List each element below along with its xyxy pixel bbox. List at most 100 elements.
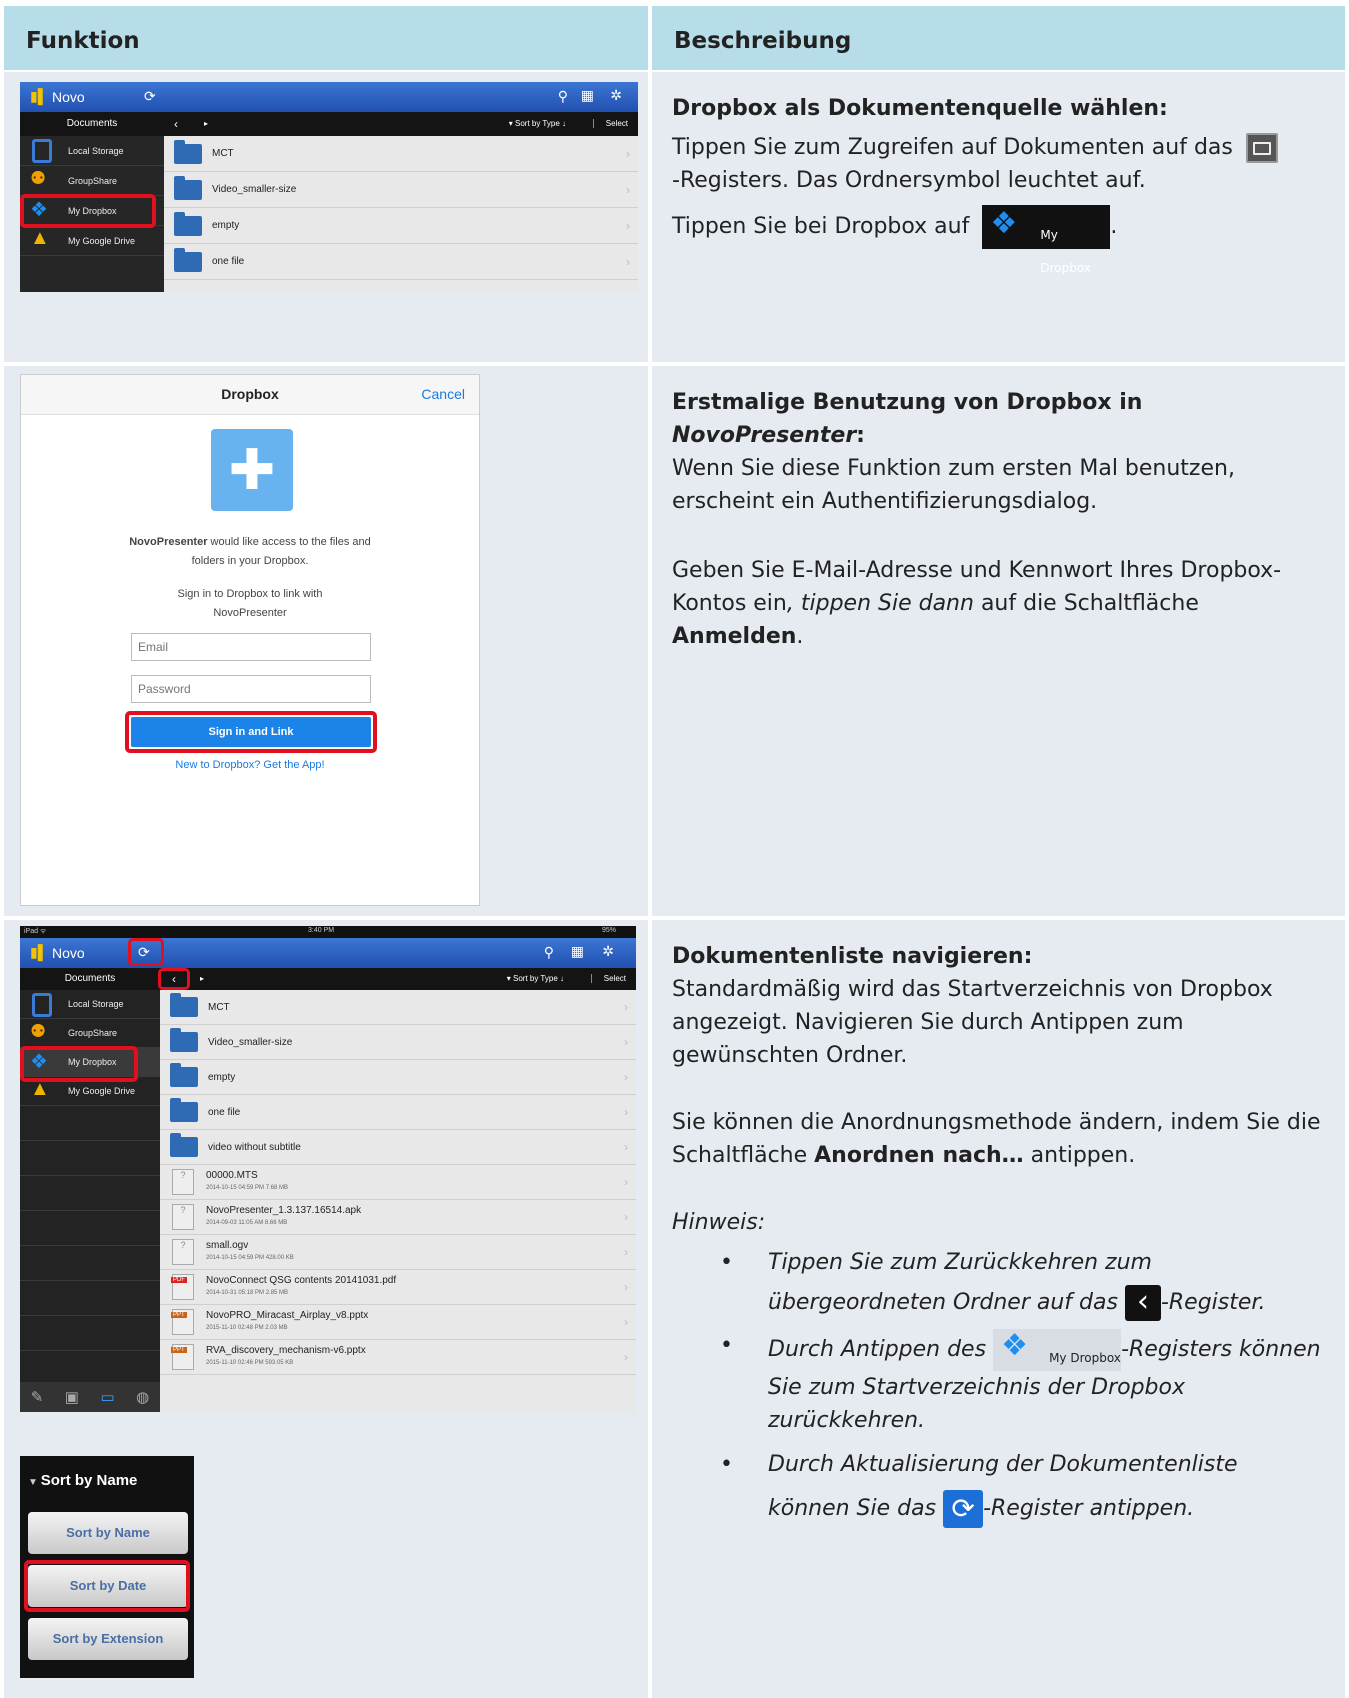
row3-right: Dokumentenliste navigieren: Standardmäßi… (652, 920, 1345, 1698)
sort-menu: ▼ Sort by Name Sort by Name Sort by Date… (20, 1456, 194, 1678)
my-dropbox-badge: ❖ My Dropbox (993, 1328, 1122, 1371)
dialog-title: Dropbox (221, 386, 279, 402)
sidebar-item-local-storage[interactable]: Local Storage (20, 136, 164, 166)
row1-left: ▮▌ Novo ⟳ ⚲ ▦ ✲ Documents ‹ ▸ ▾ Sort by … (4, 72, 648, 362)
unknown-file-icon: ? (172, 1239, 194, 1265)
file-row[interactable]: PPT NovoPRO_Miracast_Airplay_v8.pptx 2015-… (160, 1305, 636, 1340)
image-icon[interactable]: ▣ (65, 1388, 79, 1406)
app-topbar: ▮▌ Novo ⟳ ⚲ ▦ ✲ (20, 82, 638, 112)
pen-icon[interactable]: ✎ (31, 1388, 44, 1406)
caret-down-icon: ▼ (28, 1477, 41, 1488)
forward-icon[interactable]: ▸ (200, 974, 204, 983)
settings-icon[interactable]: ✲ (610, 87, 622, 104)
back-icon[interactable]: ‹ (174, 117, 178, 131)
file-row[interactable]: ? 00000.MTS 2014-10-15 04:59 PM 7.68 MB › (160, 1165, 636, 1200)
select-button[interactable]: Select (590, 974, 626, 983)
sort-by-extension-button[interactable]: Sort by Extension (28, 1618, 188, 1660)
status-bar: iPad ᯤ 3:40 PM 95% (20, 926, 636, 938)
sidebar-item-google-drive[interactable]: ▲ My Google Drive (20, 226, 164, 256)
chevron-right-icon: › (624, 1070, 628, 1084)
app-screenshot-3: iPad ᯤ 3:40 PM 95% ▮▌ Novo ⟳ ⚲ ▦ ✲ Docum… (20, 926, 636, 1412)
list-item[interactable]: empty › (164, 208, 638, 244)
dropbox-icon: ❖ (1001, 1328, 1028, 1363)
sidebar-item-local-storage[interactable]: Local Storage (20, 990, 160, 1019)
header-funktion: Funktion (4, 6, 648, 70)
email-field[interactable] (131, 633, 371, 661)
list-item[interactable]: one file › (164, 244, 638, 280)
list-item[interactable]: Video_smaller-size › (160, 1025, 636, 1060)
novo-logo-icon: ▮▌ (30, 944, 48, 960)
sidebar-item-groupshare[interactable]: ⚉ GroupShare (20, 166, 164, 196)
row3-p1: Standardmäßig wird das Startverzeichnis … (672, 977, 1273, 1068)
link-icon[interactable]: ⚲ (544, 944, 554, 961)
app-title: Novo (52, 945, 85, 961)
row1-heading: Dropbox als Dokumentenquelle wählen: (672, 96, 1168, 121)
chevron-right-icon: › (624, 1105, 628, 1119)
row2-left: Dropbox Cancel ✚ NovoPresenter would lik… (4, 366, 648, 916)
folder-icon (170, 1028, 198, 1052)
list-toolbar: ‹ ▸ ▾ Sort by Type ↓ Select (160, 968, 636, 990)
grid-icon[interactable]: ▦ (571, 943, 584, 960)
documents-header: Documents (20, 112, 164, 136)
sort-button[interactable]: ▾ Sort by Type ↓ (509, 119, 566, 128)
file-row[interactable]: ? NovoPresenter_1.3.137.16514.apk 2014-09-… (160, 1200, 636, 1235)
note-item: Durch Antippen des ❖My Dropbox-Registers… (672, 1329, 1325, 1437)
globe-icon[interactable]: ◍ (136, 1388, 149, 1406)
access-text: NovoPresenter would like access to the f… (129, 536, 371, 567)
list-item[interactable]: empty › (160, 1060, 636, 1095)
sort-menu-header[interactable]: ▼ Sort by Name (28, 1472, 137, 1489)
refresh-icon[interactable]: ⟳ (144, 88, 156, 105)
back-chevron-icon: ‹ (1124, 1285, 1161, 1321)
file-row[interactable]: PPT RVA_discovery_mechanism-v6.pptx 2015-1… (160, 1340, 636, 1375)
folder-icon (174, 175, 202, 200)
password-field[interactable] (131, 675, 371, 703)
note-label: Hinweis: (672, 1210, 766, 1235)
highlight-dropbox (20, 194, 156, 228)
sort-by-name-button[interactable]: Sort by Name (28, 1512, 188, 1554)
chevron-right-icon: › (626, 254, 630, 269)
folder-icon (174, 211, 202, 236)
file-list: MCT › Video_smaller-size › empty › one file… (164, 136, 638, 292)
row2-p1: Wenn Sie diese Funktion zum ersten Mal b… (672, 456, 1235, 514)
google-drive-icon: ▲ (30, 227, 50, 249)
select-button[interactable]: Select (592, 119, 628, 128)
file-row[interactable]: ? small.ogv 2014-10-15 04:59 PM 428.00 KB › (160, 1235, 636, 1270)
list-toolbar: ‹ ▸ ▾ Sort by Type ↓ Select (164, 112, 638, 136)
get-app-link[interactable]: New to Dropbox? Get the App! (21, 759, 479, 771)
sidebar-item-groupshare[interactable]: ⚉ GroupShare (20, 1019, 160, 1048)
row1-right: Dropbox als Dokumentenquelle wählen: Tip… (652, 72, 1345, 362)
list-item[interactable]: MCT › (160, 990, 636, 1025)
list-item[interactable]: video without subtitle › (160, 1130, 636, 1165)
list-item[interactable]: MCT › (164, 136, 638, 172)
folder-icon (170, 993, 198, 1017)
folder-icon (170, 1133, 198, 1157)
link-icon[interactable]: ⚲ (558, 88, 568, 105)
chevron-right-icon: › (626, 218, 630, 233)
groupshare-icon: ⚉ (30, 168, 47, 188)
file-list: MCT › Video_smaller-size › empty › one file… (160, 990, 636, 1412)
highlight-sort-date (24, 1560, 190, 1612)
list-item[interactable]: one file › (160, 1095, 636, 1130)
grid-icon[interactable]: ▦ (581, 87, 594, 104)
folder-icon (174, 247, 202, 272)
file-row[interactable]: PDF NovoConnect QSG contents 20141031.pdf… (160, 1270, 636, 1305)
tablet-icon (32, 139, 52, 163)
groupshare-icon: ⚉ (30, 1021, 47, 1041)
cancel-button[interactable]: Cancel (421, 386, 465, 402)
list-item[interactable]: Video_smaller-size › (164, 172, 638, 208)
forward-icon[interactable]: ▸ (204, 119, 208, 128)
row2-p2: Geben Sie E-Mail-Adresse und Kennwort Ih… (672, 558, 1282, 649)
folder-icon (170, 1098, 198, 1122)
sign-text: Sign in to Dropbox to link with NovoPres… (177, 588, 323, 619)
folder-tab-icon[interactable]: ▭ (100, 1388, 114, 1406)
row2-heading: Erstmalige Benutzung von Dropbox in Novo… (672, 390, 1143, 448)
row1-text2: Tippen Sie bei Dropbox auf (672, 214, 970, 239)
settings-icon[interactable]: ✲ (602, 943, 614, 960)
highlight-refresh (128, 938, 164, 966)
note-list: Tippen Sie zum Zurückkehren zum übergeor… (672, 1243, 1325, 1531)
refresh-icon: ⟳ (943, 1490, 984, 1528)
puzzle-icon: ✚ (211, 429, 293, 511)
row1-text-b: -Registers. Das Ordnersymbol leuchtet au… (672, 168, 1146, 193)
chevron-right-icon: › (624, 1000, 628, 1014)
sort-button[interactable]: ▾ Sort by Type ↓ (507, 974, 564, 983)
